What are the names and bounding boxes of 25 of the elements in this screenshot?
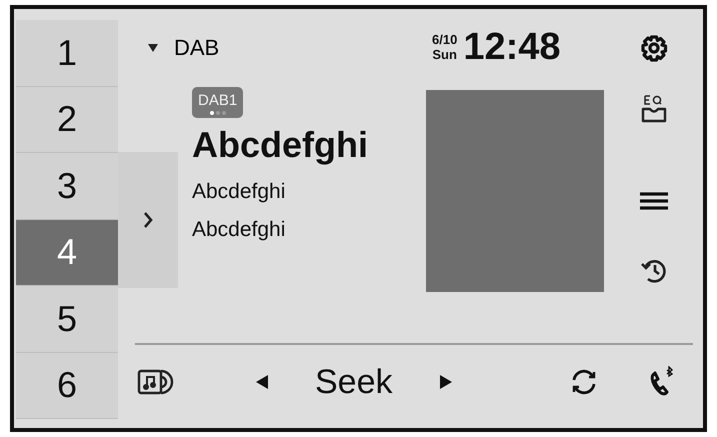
- seek-back-icon[interactable]: [255, 374, 269, 390]
- seek-forward-icon[interactable]: [438, 374, 452, 390]
- station-info-text: Abcdefghi: [192, 218, 286, 242]
- preset-button[interactable]: 3: [16, 153, 118, 220]
- eq-icon[interactable]: [640, 93, 666, 125]
- preset-button[interactable]: 6: [16, 352, 118, 419]
- station-title: Abcdefghi: [192, 124, 368, 166]
- preset-button[interactable]: 2: [16, 86, 118, 153]
- band-label: DAB1: [198, 92, 238, 109]
- day-text: Sun: [432, 48, 457, 62]
- station-info-text: Abcdefghi: [192, 180, 286, 204]
- media-source-icon[interactable]: [137, 368, 175, 396]
- caret-icon: [148, 44, 158, 52]
- list-icon[interactable]: [638, 191, 668, 211]
- settings-icon[interactable]: [640, 34, 668, 62]
- date-text: 6/10: [432, 33, 458, 48]
- preset-button[interactable]: 4: [16, 220, 118, 286]
- source-label: DAB: [174, 34, 220, 60]
- source-dropdown[interactable]: DAB: [118, 20, 426, 75]
- preset-button[interactable]: 5: [16, 286, 118, 352]
- seek-label: Seek: [315, 362, 392, 402]
- band-badge[interactable]: DAB1: [192, 87, 244, 118]
- clock-time: 12:48: [463, 26, 561, 69]
- chevron-right-icon: [143, 211, 153, 229]
- preset-button[interactable]: 1: [16, 20, 118, 86]
